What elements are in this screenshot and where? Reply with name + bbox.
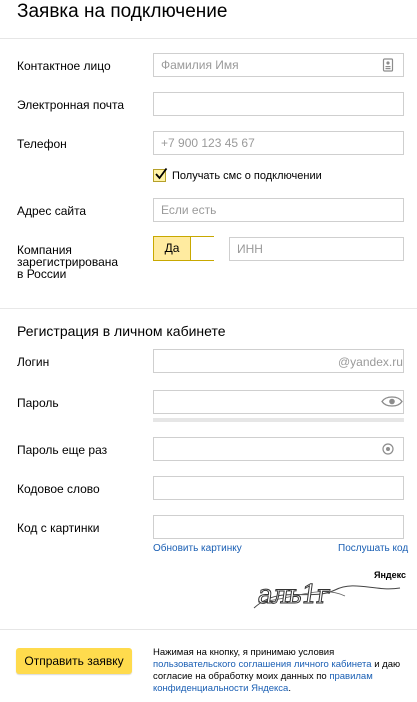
checkmark-icon bbox=[155, 167, 168, 180]
listen-captcha-link[interactable]: Послушать код bbox=[338, 543, 408, 554]
page-header: Заявка на подключение bbox=[0, 0, 417, 39]
password-hint-icon bbox=[382, 443, 394, 455]
phone-label: Телефон bbox=[17, 137, 67, 151]
login-label: Логин bbox=[17, 355, 50, 369]
toggle-knob bbox=[190, 237, 214, 260]
sms-checkbox[interactable] bbox=[153, 167, 168, 182]
phone-input[interactable] bbox=[153, 131, 404, 155]
contact-label: Контактное лицо bbox=[17, 59, 111, 73]
password-repeat-input[interactable] bbox=[153, 437, 404, 461]
form-footer: Отправить заявку Нажимая на кнопку, я пр… bbox=[0, 629, 417, 702]
site-label: Адрес сайта bbox=[17, 204, 87, 218]
toggle-yes-label: Да bbox=[154, 237, 190, 260]
site-input[interactable] bbox=[153, 198, 404, 222]
company-label-line3: в России bbox=[17, 267, 67, 281]
contact-card-icon bbox=[382, 58, 394, 72]
email-input[interactable] bbox=[153, 92, 404, 116]
eye-icon[interactable] bbox=[381, 395, 403, 408]
password-repeat-label: Пароль еще раз bbox=[17, 443, 108, 457]
sms-checkbox-label[interactable]: Получать смс о подключении bbox=[172, 170, 322, 182]
contact-name-input[interactable] bbox=[153, 53, 404, 77]
page-title: Заявка на подключение bbox=[17, 1, 228, 22]
captcha-input[interactable] bbox=[153, 515, 404, 539]
section-divider bbox=[0, 308, 417, 309]
submit-request-button[interactable]: Отправить заявку bbox=[16, 648, 132, 674]
agreement-text-end: . bbox=[288, 683, 291, 694]
connection-request-form: Заявка на подключение Контактное лицо Эл… bbox=[0, 0, 417, 702]
captcha-label: Код с картинки bbox=[17, 521, 100, 535]
codeword-input[interactable] bbox=[153, 476, 404, 500]
login-domain-suffix: @yandex.ru bbox=[338, 355, 403, 369]
registration-section-title: Регистрация в личном кабинете bbox=[17, 323, 226, 339]
email-label: Электронная почта bbox=[17, 98, 125, 112]
captcha-image: Яндекс аль1г bbox=[250, 570, 410, 614]
codeword-label: Кодовое слово bbox=[17, 482, 100, 496]
password-label: Пароль bbox=[17, 396, 59, 410]
password-input[interactable] bbox=[153, 390, 404, 414]
password-strength-bar bbox=[153, 418, 404, 422]
company-russia-toggle[interactable]: Да bbox=[153, 236, 214, 261]
inn-input[interactable] bbox=[229, 237, 404, 261]
captcha-text: аль1г bbox=[255, 580, 332, 611]
agreement-text: Нажимая на кнопку, я принимаю условия по… bbox=[153, 647, 408, 695]
agreement-text-part1: Нажимая на кнопку, я принимаю условия bbox=[153, 647, 335, 658]
refresh-captcha-link[interactable]: Обновить картинку bbox=[153, 543, 242, 554]
user-agreement-link[interactable]: пользовательского соглашения личного каб… bbox=[153, 659, 372, 670]
